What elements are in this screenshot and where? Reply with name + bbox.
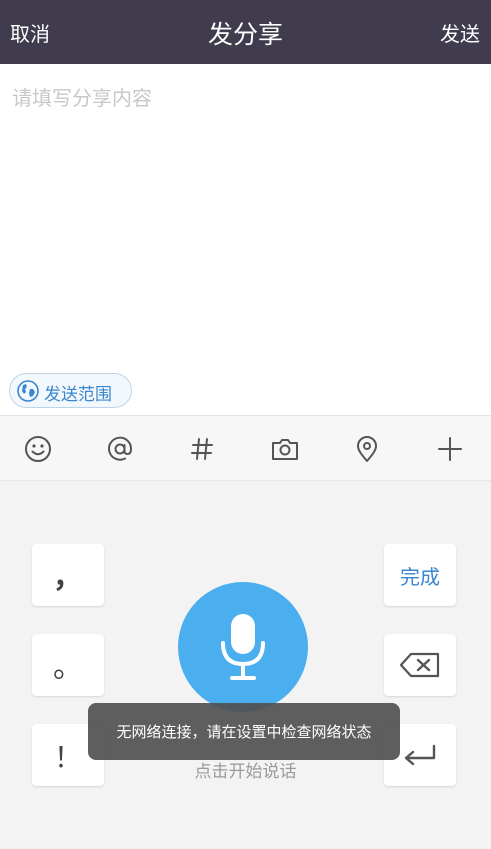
page-title: 发分享 [207,20,283,49]
emoji-icon[interactable] [23,434,53,464]
network-error-toast: 无网络连接，请在设置中检查网络状态 [88,703,400,760]
microphone-button[interactable] [178,582,308,712]
period-key[interactable]: 。 [32,634,104,696]
delete-key[interactable] [384,634,456,696]
send-button[interactable]: 发送 [440,18,480,47]
send-scope-label: 发送范围 [44,385,112,405]
header-bar: 取消 发分享 发送 [0,0,491,64]
toast-message: 无网络连接，请在设置中检查网络状态 [116,723,372,741]
done-key[interactable]: 完成 [384,544,456,606]
voice-hint: 点击开始说话 [194,762,297,782]
compose-toolbar [0,415,491,481]
plus-icon[interactable] [435,434,465,464]
backspace-icon [399,652,440,678]
share-content-input[interactable]: 请填写分享内容 [0,64,491,415]
location-icon[interactable] [352,434,382,464]
share-content-placeholder: 请填写分享内容 [12,86,152,110]
hashtag-icon[interactable] [187,434,217,464]
comma-key-label: ， [53,560,83,595]
send-scope-button[interactable]: 发送范围 [9,373,132,408]
done-key-label: 完成 [400,565,440,589]
comma-key[interactable]: ， [32,544,104,606]
camera-icon[interactable] [270,434,300,464]
period-key-label: 。 [53,650,83,685]
at-icon[interactable] [105,434,135,464]
globe-icon [17,380,39,402]
microphone-icon [221,614,265,680]
